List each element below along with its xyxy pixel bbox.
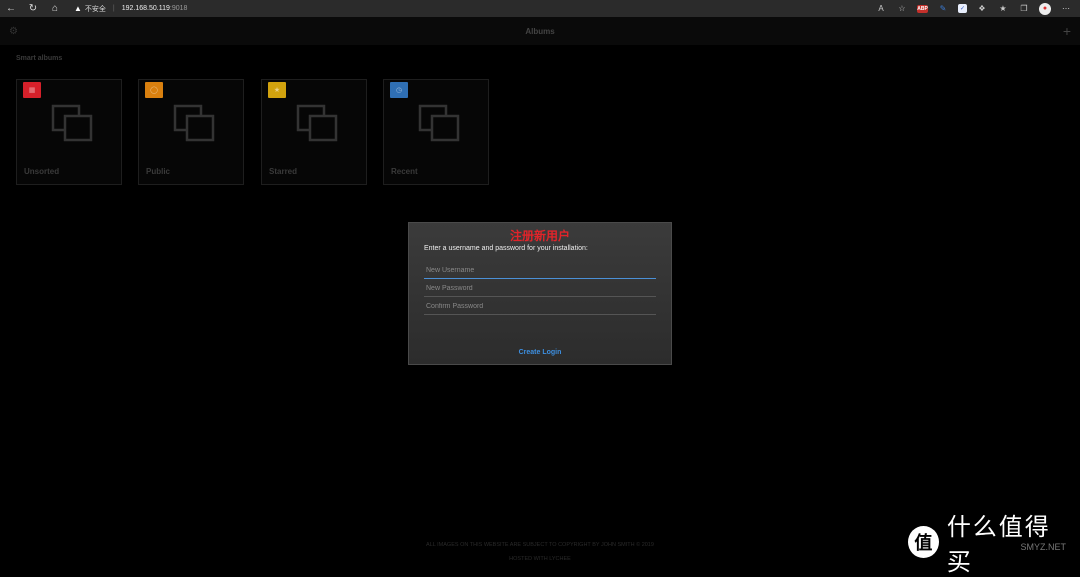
puzzle-icon[interactable]: ❖ [976,4,988,14]
address-bar[interactable]: ▲ 不安全 | 192.168.50.119 :9018 [74,2,187,15]
album-recent[interactable]: ◷ Recent [383,79,489,185]
extension-area: A ☆ ABP ✎ ✓ ❖ ★ ❐ ● ⋯ [875,0,1072,17]
profile-avatar[interactable]: ● [1039,2,1051,15]
album-unsorted[interactable]: ▦ Unsorted [16,79,122,185]
search-input[interactable] [1012,26,1052,36]
home-icon[interactable]: ⌂ [44,0,66,17]
url-separator: | [112,5,115,12]
watermark-sub: SMYZ.NET [1020,542,1066,552]
album-public[interactable]: ◯ Public [138,79,244,185]
album-label: Recent [391,167,418,176]
album-placeholder-icon [418,104,460,142]
more-icon[interactable]: ⋯ [1060,4,1072,14]
browser-toolbar: ← ↻ ⌂ ▲ 不安全 | 192.168.50.119 :9018 A ☆ A… [0,0,1080,17]
watermark-logo: 值 [908,526,939,558]
app-header: ⚙ Albums + [0,17,1080,45]
pen-extension-icon[interactable]: ✎ [937,4,949,14]
dialog-instruction: Enter a username and password for your i… [424,245,588,252]
star-badge-icon: ★ [268,82,286,98]
section-title: Smart albums [16,55,63,62]
favorites-icon[interactable]: ★ [997,4,1009,14]
back-icon[interactable]: ← [0,0,22,17]
album-label: Public [146,167,171,176]
username-input[interactable] [424,263,656,279]
unsorted-badge-icon: ▦ [23,82,41,98]
page-title: Albums [525,27,555,36]
extension-icon[interactable]: ✓ [958,4,967,13]
security-label: 不安全 [84,5,106,13]
album-label: Unsorted [24,167,60,176]
dialog-title: 注册新用户 [509,229,570,243]
adblock-icon[interactable]: ABP [917,4,928,13]
album-placeholder-icon [173,104,215,142]
warning-icon: ▲ [74,4,82,13]
read-aloud-icon[interactable]: A [875,4,887,14]
album-placeholder-icon [51,104,93,142]
confirm-password-input[interactable] [424,299,656,315]
album-label: Starred [269,167,298,176]
collections-icon[interactable]: ❐ [1018,4,1030,14]
url-host: 192.168.50.119 [121,5,170,12]
watermark: 值 什么值得买 SMYZ.NET [908,513,1072,576]
add-icon[interactable]: + [1063,23,1071,39]
clock-badge-icon: ◷ [390,82,408,98]
signup-dialog: 注册新用户 Enter a username and password for … [408,222,672,365]
album-placeholder-icon [296,104,338,142]
album-starred[interactable]: ★ Starred [261,79,367,185]
create-login-button[interactable]: Create Login [409,349,671,356]
refresh-icon[interactable]: ↻ [22,0,44,17]
public-badge-icon: ◯ [145,82,163,98]
password-input[interactable] [424,281,656,297]
url-port: :9018 [169,5,188,12]
favorite-add-icon[interactable]: ☆ [896,4,908,14]
